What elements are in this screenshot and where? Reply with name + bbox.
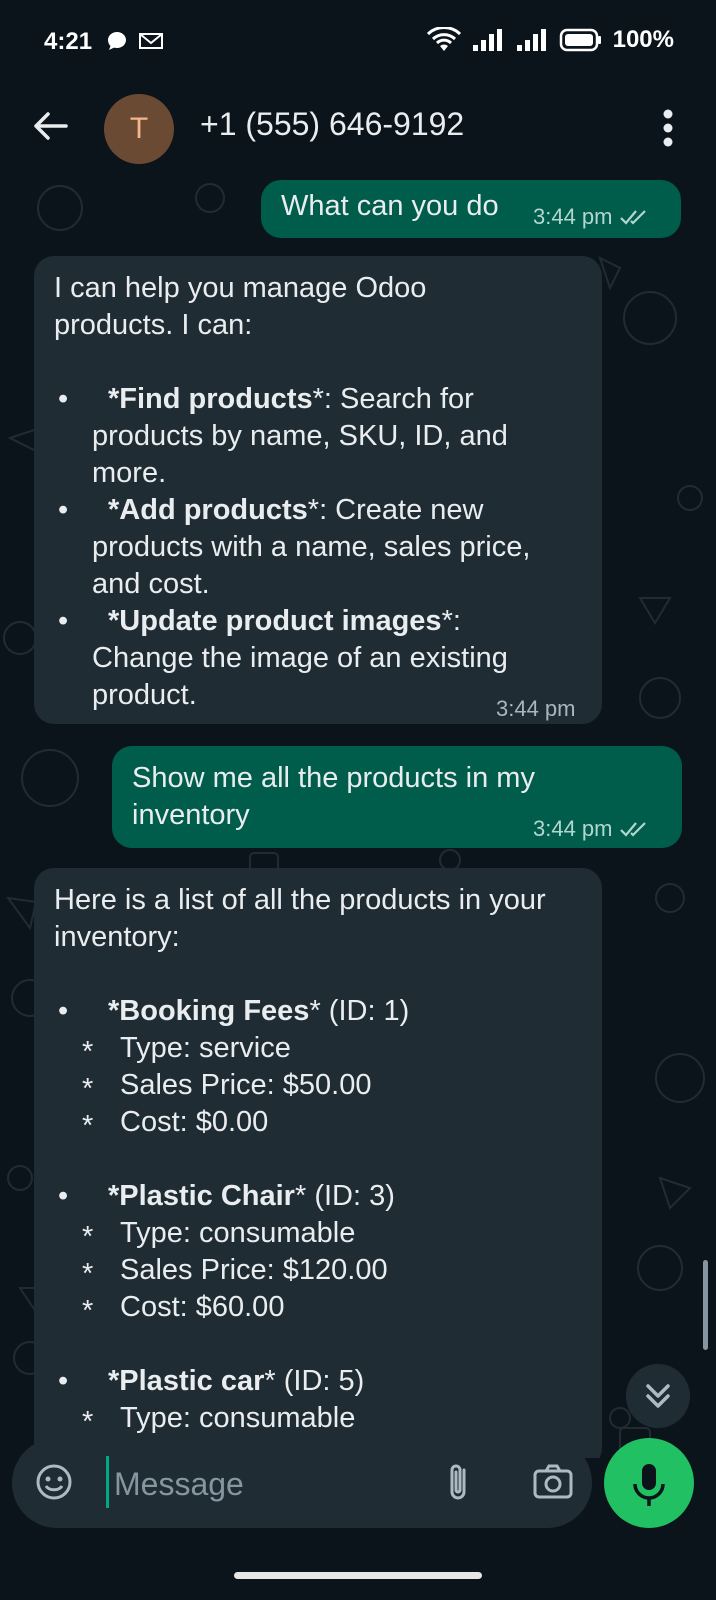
- contact-name[interactable]: +1 (555) 646-9192: [200, 106, 464, 143]
- product-item: • *Booking Fees* (ID: 1): [58, 995, 410, 1027]
- incoming-message[interactable]: Here is a list of all the products in yo…: [34, 868, 602, 1458]
- voice-message-button[interactable]: [604, 1438, 694, 1528]
- product-type: Type: consumable: [120, 1402, 356, 1434]
- message-input[interactable]: [112, 1458, 416, 1510]
- message-time: 3:44 pm: [533, 204, 613, 229]
- product-price: Sales Price: $50.00: [120, 1069, 372, 1101]
- product-type: Type: consumable: [120, 1217, 356, 1249]
- battery-level: 100%: [612, 26, 674, 53]
- product-item: • *Plastic Chair* (ID: 3): [58, 1180, 395, 1212]
- more-options-icon[interactable]: [662, 108, 674, 148]
- double-check-icon: [619, 210, 646, 225]
- chevron-double-down-icon: [646, 1384, 670, 1408]
- message-text: I can help you manage Odoo: [54, 272, 427, 304]
- microphone-icon: [633, 1464, 665, 1506]
- sticker-emoji-icon[interactable]: [34, 1462, 74, 1502]
- scroll-to-bottom-button[interactable]: [626, 1364, 690, 1428]
- back-arrow-icon[interactable]: [30, 106, 70, 146]
- chat-area[interactable]: What can you do 3:44 pm I can help you m…: [0, 178, 716, 1458]
- chat-bubble-icon: [108, 32, 126, 50]
- status-time: 4:21: [44, 28, 93, 55]
- chat-header: T +1 (555) 646-9192: [0, 82, 716, 178]
- list-item: • *Find products*: Search for products b…: [58, 383, 508, 489]
- scrollbar[interactable]: [703, 1260, 708, 1350]
- status-bar: 4:21 100%: [0, 0, 716, 82]
- message-time: 3:44 pm: [533, 816, 613, 841]
- product-item: • *Plastic car* (ID: 5): [58, 1365, 365, 1397]
- signal-icon: [472, 29, 502, 51]
- product-list: • *Booking Fees* (ID: 1): [54, 993, 582, 1030]
- text-cursor: [106, 1456, 109, 1508]
- wifi-icon: [426, 27, 461, 51]
- capability-list: • *Find products*: Search for products b…: [54, 381, 582, 714]
- product-cost: Cost: $0.00: [120, 1106, 269, 1138]
- contact-avatar[interactable]: T: [104, 94, 174, 164]
- message-text: Show me all the products in my: [132, 762, 535, 794]
- gmail-icon: [139, 33, 163, 49]
- product-price: Sales Price: $120.00: [120, 1254, 388, 1286]
- gesture-nav-handle[interactable]: [234, 1572, 482, 1579]
- message-composer: [12, 1438, 592, 1528]
- camera-icon[interactable]: [532, 1462, 574, 1502]
- paperclip-icon[interactable]: [440, 1460, 476, 1506]
- message-text: products. I can:: [54, 309, 253, 341]
- product-cost: Cost: $60.00: [120, 1291, 285, 1323]
- message-time: 3:44 pm: [496, 696, 576, 721]
- message-text: inventory:: [54, 921, 180, 953]
- message-text: Here is a list of all the products in yo…: [54, 884, 546, 916]
- list-item: • *Add products*: Create new products wi…: [58, 494, 531, 600]
- incoming-message[interactable]: I can help you manage Odoo products. I c…: [34, 256, 602, 724]
- double-check-icon: [619, 822, 646, 837]
- message-text: What can you do: [281, 190, 499, 222]
- battery-icon: [559, 28, 601, 52]
- product-type: Type: service: [120, 1032, 291, 1064]
- signal-icon: [516, 29, 546, 51]
